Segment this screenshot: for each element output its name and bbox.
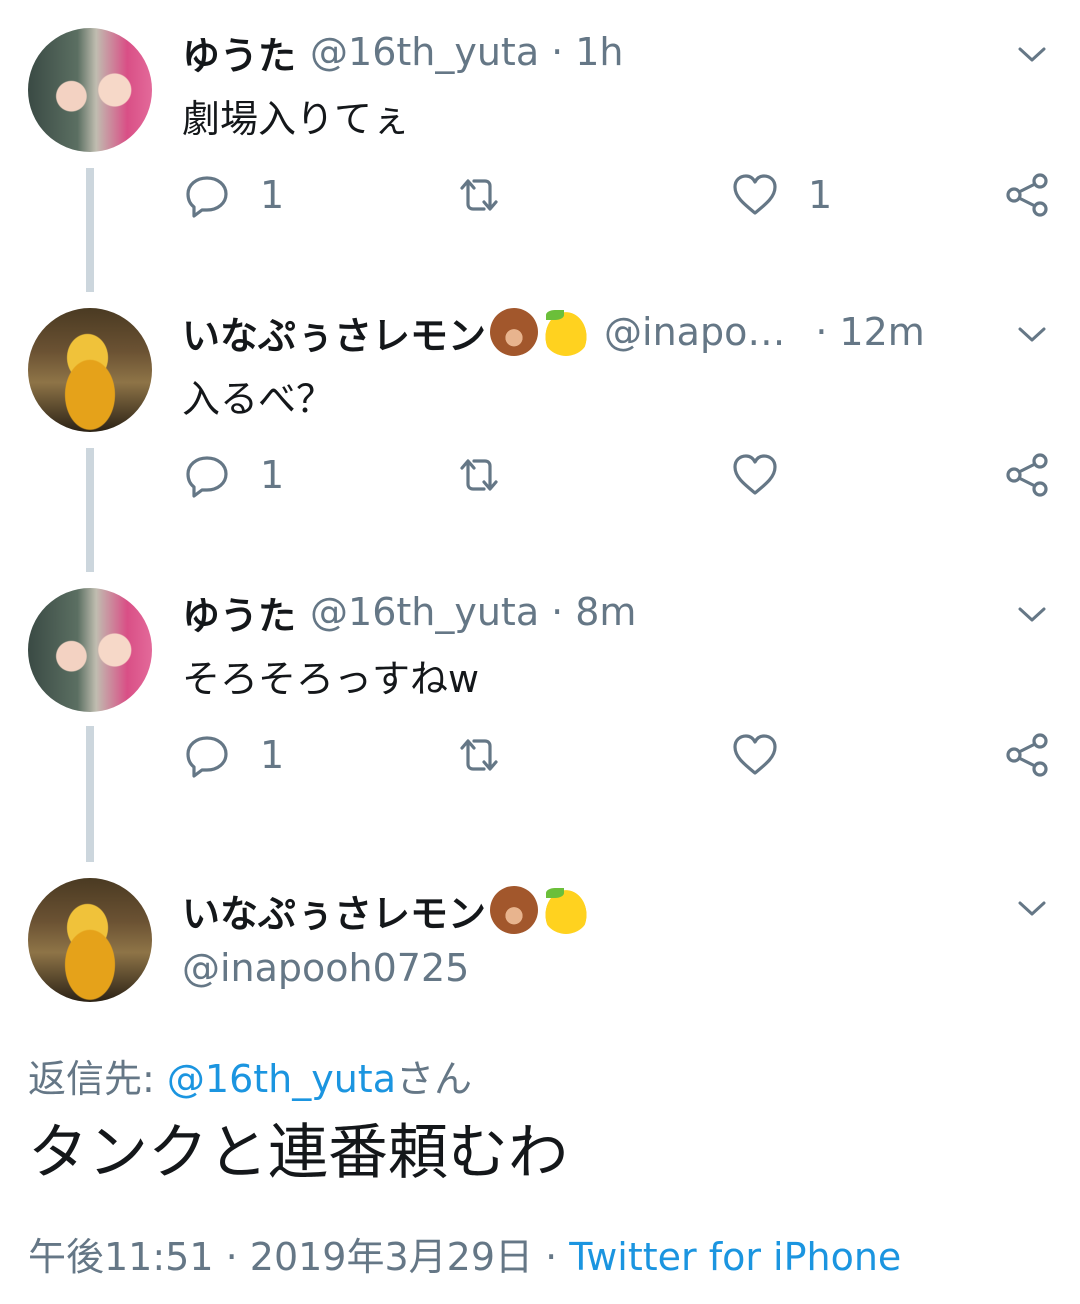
tweet-text: そろそろっすねw xyxy=(182,657,480,701)
tweet-header: いなぷぅさレモン xyxy=(182,883,591,938)
display-name[interactable]: いなぷぅさレモン xyxy=(182,305,486,360)
like-button[interactable] xyxy=(730,445,808,505)
tweet-text: 劇場入りてぇ xyxy=(182,97,411,141)
lemon-icon xyxy=(542,886,591,934)
action-bar: 1 xyxy=(182,445,1062,505)
tweet-time: 午後11:51 xyxy=(28,1235,214,1279)
tweet-header: いなぷぅさレモン @inapo… · 12m xyxy=(182,306,925,358)
chevron-down-icon[interactable] xyxy=(1016,598,1048,630)
avatar[interactable] xyxy=(28,588,152,712)
tweet[interactable]: ゆうた @16th_yuta · 1h 劇場入りてぇ 1 1 xyxy=(0,0,1080,280)
reply-count: 1 xyxy=(260,733,285,777)
meta-separator: · xyxy=(533,1235,570,1279)
retweet-button[interactable] xyxy=(454,165,504,225)
action-bar: 1 xyxy=(182,725,1062,785)
username[interactable]: @inapooh0725 xyxy=(182,946,469,990)
share-icon xyxy=(1006,453,1048,497)
display-name[interactable]: いなぷぅさレモン xyxy=(182,883,486,938)
tweet-meta: 午後11:51 · 2019年3月29日 · Twitter for iPhon… xyxy=(28,1226,901,1281)
reply-icon xyxy=(186,176,228,218)
action-bar: 1 1 xyxy=(182,165,1062,225)
retweet-icon xyxy=(460,739,498,771)
tweet-header: ゆうた @16th_yuta · 1h xyxy=(182,26,623,78)
reply-count: 1 xyxy=(260,173,285,217)
username-row: @inapooh0725 xyxy=(182,942,469,994)
retweet-button[interactable] xyxy=(454,445,504,505)
separator-dot: · xyxy=(551,30,564,74)
tweet-header: ゆうた @16th_yuta · 8m xyxy=(182,586,636,638)
display-name[interactable]: ゆうた xyxy=(182,25,296,80)
heart-icon xyxy=(733,454,777,495)
chevron-down-icon[interactable] xyxy=(1016,318,1048,350)
username[interactable]: @16th_yuta xyxy=(310,590,539,634)
like-button[interactable] xyxy=(730,725,808,785)
bear-face-icon xyxy=(490,308,539,356)
heart-icon xyxy=(733,174,777,215)
focused-tweet-text: タンクと連番頼むわ xyxy=(28,1118,568,1188)
avatar[interactable] xyxy=(28,308,152,432)
reply-count: 1 xyxy=(260,453,285,497)
like-button[interactable]: 1 xyxy=(730,165,832,225)
source-link[interactable]: Twitter for iPhone xyxy=(569,1235,901,1279)
tweet[interactable]: いなぷぅさレモン @inapo… · 12m 入るべ？ 1 xyxy=(0,280,1080,560)
reply-button[interactable]: 1 xyxy=(182,725,284,785)
retweet-icon xyxy=(460,459,498,491)
reply-button[interactable]: 1 xyxy=(182,165,284,225)
share-button[interactable] xyxy=(1002,165,1052,225)
share-icon xyxy=(1006,173,1048,217)
reply-button[interactable]: 1 xyxy=(182,445,284,505)
timestamp[interactable]: 8m xyxy=(575,590,636,634)
username[interactable]: @16th_yuta xyxy=(310,30,539,74)
tweet-date: 2019年3月29日 xyxy=(249,1235,534,1279)
separator-dot: · xyxy=(551,590,564,634)
separator-dot: · xyxy=(815,310,828,354)
timestamp[interactable]: 1h xyxy=(575,30,623,74)
avatar[interactable] xyxy=(28,28,152,152)
like-count: 1 xyxy=(808,173,833,217)
retweet-button[interactable] xyxy=(454,725,504,785)
share-button[interactable] xyxy=(1002,445,1052,505)
lemon-icon xyxy=(542,308,591,356)
tweet-text: 入るべ？ xyxy=(182,377,335,421)
replying-to: 返信先: @16th_yutaさん xyxy=(28,1048,472,1103)
timestamp[interactable]: 12m xyxy=(839,310,924,354)
meta-separator: · xyxy=(213,1235,250,1279)
chevron-down-icon[interactable] xyxy=(1016,38,1048,70)
display-name[interactable]: ゆうた xyxy=(182,585,296,640)
replying-to-prefix: 返信先: xyxy=(28,1057,167,1101)
retweet-icon xyxy=(460,179,498,211)
reply-icon xyxy=(186,736,228,778)
tweet[interactable]: ゆうた @16th_yuta · 8m そろそろっすねw 1 xyxy=(0,560,1080,840)
replying-to-suffix: さん xyxy=(396,1057,473,1101)
reply-mention-link[interactable]: @16th_yuta xyxy=(167,1057,396,1101)
share-icon xyxy=(1006,733,1048,777)
avatar[interactable] xyxy=(28,878,152,1002)
share-button[interactable] xyxy=(1002,725,1052,785)
chevron-down-icon[interactable] xyxy=(1016,892,1048,924)
heart-icon xyxy=(733,734,777,775)
username[interactable]: @inapo… xyxy=(604,310,785,354)
bear-face-icon xyxy=(490,886,539,934)
reply-icon xyxy=(186,456,228,498)
